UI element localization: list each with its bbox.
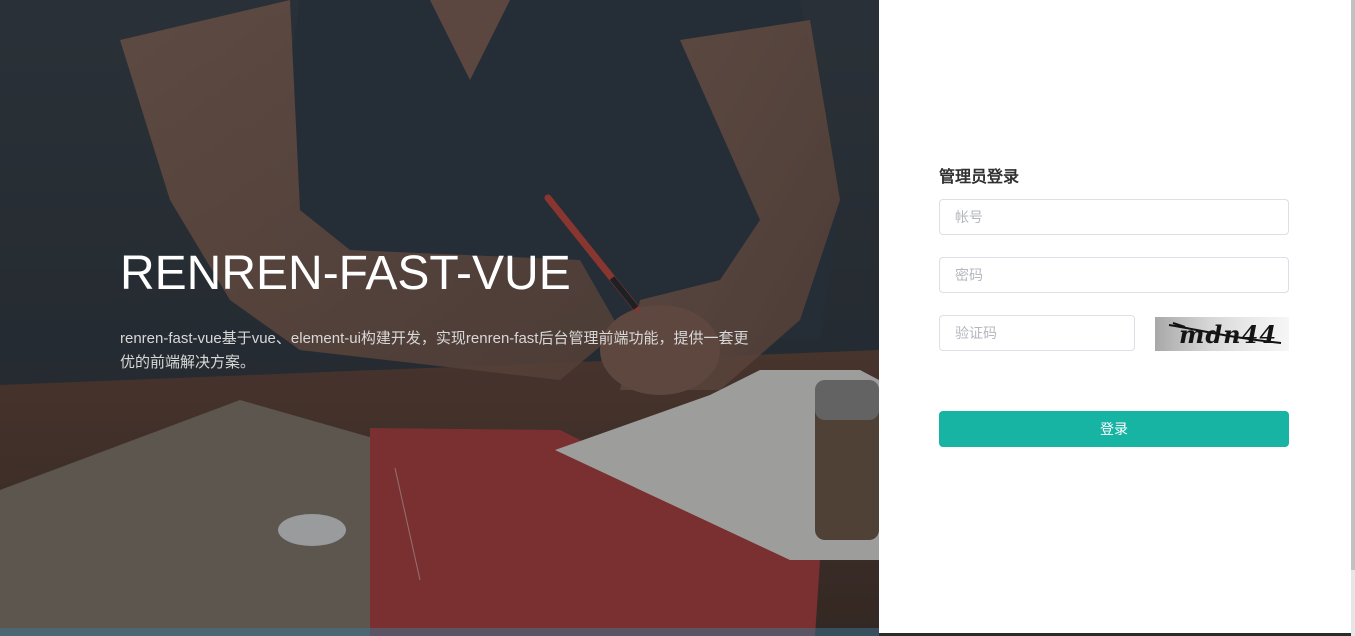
captcha-text: mdn44 [1179,320,1278,349]
login-button[interactable]: 登录 [939,411,1289,447]
captcha-input[interactable] [939,315,1135,351]
scrollbar-thumb[interactable] [1351,0,1355,570]
password-input[interactable] [939,257,1289,293]
captcha-image[interactable]: mdn44 [1155,317,1289,351]
hero-title: RENREN-FAST-VUE [120,247,571,300]
login-title: 管理员登录 [939,169,1020,186]
login-page: RENREN-FAST-VUE renren-fast-vue基于vue、ele… [0,0,1355,636]
hero-description: renren-fast-vue基于vue、element-ui构建开发，实现re… [120,330,749,371]
hero-banner: RENREN-FAST-VUE renren-fast-vue基于vue、ele… [0,0,879,636]
login-panel: 管理员登录 mdn44 登录 [879,0,1351,636]
vertical-scrollbar[interactable] [1351,0,1355,636]
hero-overlay [0,0,879,636]
username-input[interactable] [939,199,1289,235]
